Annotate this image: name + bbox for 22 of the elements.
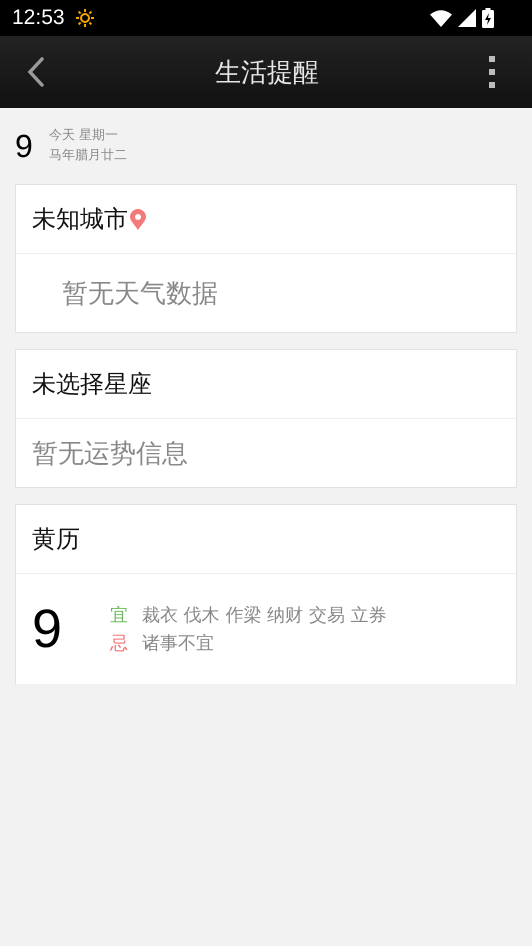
brightness-icon <box>74 8 95 28</box>
back-icon[interactable] <box>26 56 46 88</box>
screen-title: 生活提醒 <box>214 56 320 90</box>
weekday-label: 今天 星期一 <box>48 127 119 145</box>
date-day: 9 <box>15 128 33 164</box>
wifi-icon <box>430 10 452 26</box>
status-time: 12:53 <box>12 6 65 30</box>
location-pin-icon <box>130 208 146 230</box>
signal-icon <box>458 9 476 27</box>
horoscope-message: 暂无运势信息 <box>32 438 188 470</box>
city-name[interactable]: 未知城市 <box>32 203 128 235</box>
almanac-label: 忌 <box>110 632 128 655</box>
almanac-day: 9 <box>32 598 94 660</box>
horoscope-title[interactable]: 未选择星座 <box>32 368 152 400</box>
more-icon[interactable] <box>488 56 496 88</box>
battery-icon <box>482 8 494 28</box>
almanac-text: 裁衣 伐木 作梁 纳财 交易 立券 <box>142 604 387 627</box>
almanac-text: 诸事不宜 <box>142 632 214 655</box>
almanac-label: 宜 <box>110 604 128 627</box>
weather-message: 暂无天气数据 <box>62 278 218 310</box>
almanac-title: 黄历 <box>32 524 80 555</box>
lunar-date: 马年腊月廿二 <box>48 147 127 165</box>
